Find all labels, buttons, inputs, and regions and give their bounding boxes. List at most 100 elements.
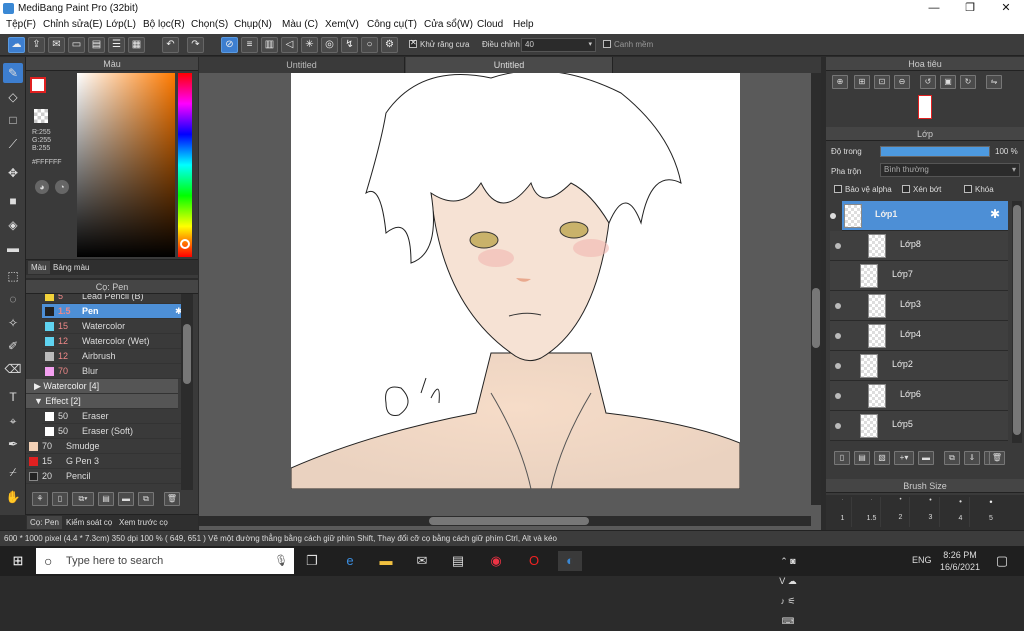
layer-row[interactable]: Lớp8: [830, 231, 1008, 261]
maximize-button[interactable]: ❐: [952, 0, 988, 17]
list-item[interactable]: 5 Lead Pencil (B): [42, 294, 181, 304]
shape-tool-icon[interactable]: □: [3, 110, 23, 130]
tab-document-1[interactable]: Untitled: [199, 57, 405, 73]
language-indicator[interactable]: ENG: [912, 555, 932, 565]
menu-layer[interactable]: Lớp(L): [106, 19, 136, 30]
tab-brush-control[interactable]: Kiểm soát cọ: [66, 518, 112, 527]
gradient-tool-icon[interactable]: ▬: [3, 238, 23, 258]
eye-icon[interactable]: [835, 423, 841, 429]
layer-row[interactable]: Lớp7: [830, 261, 1008, 291]
eye-icon[interactable]: [835, 333, 841, 339]
brush-size-option[interactable]: • 4: [952, 497, 970, 527]
medibang-taskbar-icon[interactable]: ◐: [558, 551, 582, 571]
snap-perspective-icon[interactable]: ◁: [281, 37, 298, 53]
foreground-color[interactable]: [30, 77, 46, 93]
layer-row[interactable]: Lớp6: [830, 381, 1008, 411]
brush-menu-icon[interactable]: ⧉▾: [72, 492, 94, 506]
search-box[interactable]: ○ Type here to search 🎙: [36, 548, 294, 574]
list-item[interactable]: 70 Blur: [42, 364, 181, 379]
new-halftone-layer-icon[interactable]: ▤: [854, 451, 870, 465]
lasso-icon[interactable]: ◌: [3, 289, 23, 309]
edge-icon[interactable]: e: [340, 551, 360, 571]
group-watercolor[interactable]: ▶ Watercolor [4]: [26, 379, 178, 394]
snap-curve-icon[interactable]: ↯: [341, 37, 358, 53]
layer-row[interactable]: Lớp3: [830, 291, 1008, 321]
snap-radial-icon[interactable]: ✳: [301, 37, 318, 53]
select-rect-icon[interactable]: ⬚: [3, 266, 23, 286]
redo-icon[interactable]: ↷: [187, 37, 204, 53]
transparent-swatch[interactable]: [34, 109, 48, 123]
eraser-tool-icon[interactable]: ◇: [3, 87, 23, 107]
eye-icon[interactable]: [835, 243, 841, 249]
tray-icons[interactable]: ⌃ ◙ V ☁ ♪ ⚟ ⌨: [778, 551, 798, 626]
new-brush-icon[interactable]: ▯: [52, 492, 68, 506]
lock-checkbox[interactable]: Khóa: [964, 184, 994, 194]
snap-parallel-icon[interactable]: ≡: [241, 37, 258, 53]
menu-color[interactable]: Màu (C): [282, 19, 318, 30]
panel-icon[interactable]: ▤: [88, 37, 105, 53]
select-eraser-icon[interactable]: ⌫: [3, 359, 23, 379]
snap-ellipse-icon[interactable]: ○: [361, 37, 378, 53]
magic-wand-icon[interactable]: ✧: [3, 313, 23, 333]
close-button[interactable]: ✕: [988, 0, 1024, 17]
tab-brush[interactable]: Cọ: Pen: [27, 516, 62, 529]
eye-icon[interactable]: [835, 363, 841, 369]
list-item[interactable]: 50 Eraser (Soft): [42, 424, 181, 439]
layer-row[interactable]: Lớp4: [830, 321, 1008, 351]
dropper-icon[interactable]: ⌿: [3, 462, 23, 482]
saturation-value-picker[interactable]: [77, 73, 175, 257]
opacity-slider[interactable]: [880, 146, 990, 157]
fit-icon[interactable]: ▣: [940, 75, 956, 89]
tab-palette[interactable]: Bảng màu: [53, 263, 89, 272]
minimize-button[interactable]: —: [916, 0, 952, 17]
list-item[interactable]: 50 Eraser: [42, 409, 181, 424]
brush-size-option[interactable]: · 1.5: [863, 497, 881, 527]
clip-checkbox[interactable]: Xén bớt: [902, 184, 941, 194]
zoom-fit-icon[interactable]: ⊞: [854, 75, 870, 89]
brush-size-option[interactable]: · 1: [834, 497, 852, 527]
list-item[interactable]: 15 G Pen 3: [26, 454, 181, 469]
hue-handle[interactable]: [180, 239, 190, 249]
brush-doc-icon[interactable]: ▤: [98, 492, 114, 506]
layer-row[interactable]: Lớp5: [830, 411, 1008, 441]
brush-tool-icon[interactable]: ✎: [3, 63, 23, 83]
brush-scrollbar[interactable]: [181, 294, 193, 490]
tab-document-2[interactable]: Untitled: [406, 57, 613, 73]
navigator-preview[interactable]: [918, 95, 932, 119]
delete-layer-icon[interactable]: 🗑: [989, 451, 1005, 465]
menu-filter[interactable]: Bộ lọc(R): [143, 19, 185, 30]
store-icon[interactable]: ▤: [448, 551, 468, 571]
palette-icon[interactable]: ◕: [35, 180, 49, 194]
task-view-icon[interactable]: ❐: [302, 551, 322, 571]
snap-circle-icon[interactable]: ◎: [321, 37, 338, 53]
divide-tool-icon[interactable]: ⌖: [3, 411, 23, 431]
clock[interactable]: 8:26 PM 16/6/2021: [940, 549, 980, 573]
eyedropper-icon[interactable]: ✒: [3, 434, 23, 454]
blend-mode-dropdown[interactable]: Bình thường ▾: [880, 163, 1020, 177]
add-brush-icon[interactable]: ⚘: [32, 492, 48, 506]
file-explorer-icon[interactable]: ▬: [376, 551, 396, 571]
cloud-icon[interactable]: ☁: [8, 37, 25, 53]
chrome-icon[interactable]: ◉: [486, 551, 506, 571]
brush-size-option[interactable]: • 3: [922, 497, 940, 527]
layer-folder-icon[interactable]: ▬: [918, 451, 934, 465]
move-tool-icon[interactable]: ✥: [3, 163, 23, 183]
hand-tool-icon[interactable]: ✋: [3, 487, 23, 507]
new-8bit-layer-icon[interactable]: ▧: [874, 451, 890, 465]
hue-slider[interactable]: [178, 73, 192, 257]
undo-icon[interactable]: ↶: [162, 37, 179, 53]
rectangle-tool-icon[interactable]: ■: [3, 191, 23, 211]
chat-icon[interactable]: ✉: [48, 37, 65, 53]
brush-delete-icon[interactable]: 🗑: [164, 492, 180, 506]
rotate-right-icon[interactable]: ↻: [960, 75, 976, 89]
group-effect[interactable]: ▼ Effect [2]: [26, 394, 178, 409]
eye-icon[interactable]: [835, 303, 841, 309]
snap-off-icon[interactable]: ⊘: [221, 37, 238, 53]
menu-window[interactable]: Cửa sổ(W): [424, 19, 473, 30]
eye-icon[interactable]: [835, 393, 841, 399]
list-icon[interactable]: ☰: [108, 37, 125, 53]
list-item[interactable]: 15 Watercolor: [42, 319, 181, 334]
fill-tool-icon[interactable]: ◈: [3, 215, 23, 235]
mail-icon[interactable]: ✉: [412, 551, 432, 571]
canvas-vertical-scrollbar[interactable]: [811, 73, 821, 505]
